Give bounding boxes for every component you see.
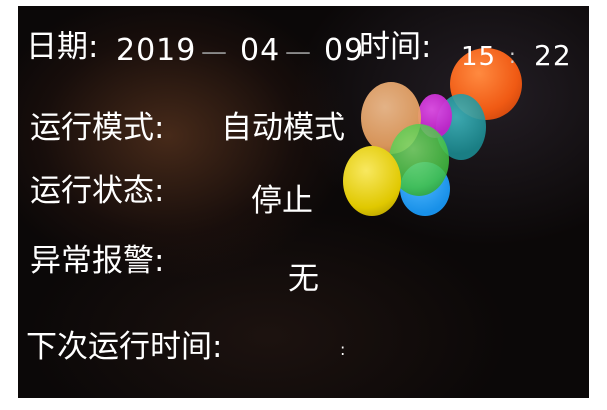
- balloon-yellow: [343, 146, 401, 216]
- time-separator: :: [509, 44, 516, 68]
- date-label: 日期:: [26, 29, 99, 65]
- time-label: 时间:: [359, 29, 432, 65]
- run-state-value: 停止: [251, 183, 313, 219]
- alarm-value: 无: [288, 261, 319, 297]
- date-separator: —: [285, 37, 311, 67]
- run-state-label: 运行状态:: [30, 173, 165, 209]
- hmi-screen: 日期: 2019 — 04 — 09 时间: 15 : 22 运行模式: 自动模…: [18, 6, 589, 398]
- alarm-label: 异常报警:: [30, 243, 165, 279]
- year-value: 2019: [116, 33, 197, 68]
- run-mode-label: 运行模式:: [30, 110, 165, 146]
- date-separator: —: [201, 37, 227, 67]
- next-run-value: :: [340, 340, 346, 359]
- next-run-label: 下次运行时间:: [26, 329, 223, 365]
- month-value: 04: [240, 33, 281, 68]
- minute-value: 22: [534, 39, 572, 72]
- hour-value: 15: [461, 42, 497, 72]
- run-mode-value: 自动模式: [221, 110, 345, 146]
